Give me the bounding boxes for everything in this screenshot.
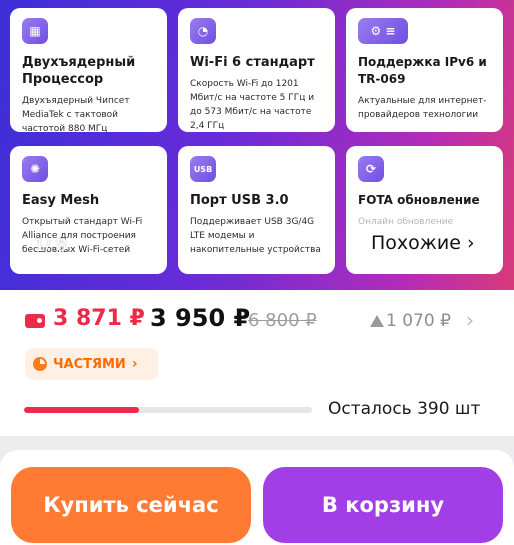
mesh-icon: ✺ [22, 156, 48, 182]
installments-label: ЧАСТЯМИ [53, 356, 126, 372]
wallet-icon [25, 314, 45, 328]
chevron-right-icon: › [131, 356, 138, 372]
feature-description: Актуальные для интернет-провайдеров техн… [358, 96, 487, 120]
feature-card-wifi: ◔ Wi-Fi 6 стандарт Скорость Wi-Fi до 120… [178, 8, 335, 132]
product-feature-banner[interactable]: ▦ Двухъядерный Процессор Двухъядерный Чи… [0, 0, 514, 290]
feature-card-processor: ▦ Двухъядерный Процессор Двухъядерный Чи… [10, 8, 167, 134]
feature-card-ipv6: ⚙ ≡ Поддержка IPv6 и TR-069 Актуальные д… [346, 8, 503, 132]
refresh-icon: ⟳ [358, 156, 384, 182]
stock-remaining-label: Осталось 390 шт [328, 399, 481, 419]
feature-title: Двухъядерный Процессор [22, 55, 136, 87]
triangle-icon [370, 315, 384, 327]
old-price: 6 800 ₽ [248, 310, 317, 331]
speedometer-icon: ◔ [190, 18, 216, 44]
feature-card-usb: USB Порт USB 3.0 Поддерживает USB 3G/4G … [178, 146, 335, 274]
similar-products-button[interactable]: Похожие › [367, 232, 479, 254]
feature-description: Скорость Wi-Fi до 1201 Мбит/с на частоте… [190, 79, 315, 131]
chevron-right-icon[interactable]: › [466, 308, 474, 332]
feature-card-fota: ⟳ FOTA обновление Онлайн обновление [346, 146, 503, 274]
price: 3 950 ₽ [150, 304, 251, 332]
stock-progress-fill [24, 407, 140, 413]
card-price: 3 871 ₽ [53, 306, 145, 331]
stock-progress-bar [24, 407, 312, 413]
pie-chart-icon [33, 357, 47, 371]
chip-icon: ▦ [22, 18, 48, 44]
feature-description: Поддерживает USB 3G/4G LTE модемы и нако… [190, 217, 321, 255]
feature-title: FOTA обновление [358, 193, 480, 207]
feature-title: Порт USB 3.0 [190, 193, 289, 208]
usb-icon: USB [190, 156, 216, 182]
feature-title: Easy Mesh [22, 193, 100, 208]
installments-button[interactable]: ЧАСТЯМИ › [25, 348, 158, 380]
feature-description: Двухъядерный Чипсет MediaTek с тактовой … [22, 96, 130, 134]
feature-title: Wi-Fi 6 стандарт [190, 55, 315, 70]
bonus-amount[interactable]: 1 070 ₽ [386, 311, 451, 331]
buy-now-button[interactable]: Купить сейчас [11, 467, 251, 543]
add-to-cart-button[interactable]: В корзину [263, 467, 503, 543]
gallery-counter: 1/ 8 [34, 236, 67, 256]
ip-settings-icon: ⚙ ≡ [358, 18, 408, 44]
feature-title: Поддержка IPv6 и TR-069 [358, 55, 487, 86]
feature-description: Онлайн обновление [358, 217, 454, 227]
price-panel: 3 871 ₽ 3 950 ₽ 6 800 ₽ 1 070 ₽ › ЧАСТЯМ… [0, 290, 514, 450]
